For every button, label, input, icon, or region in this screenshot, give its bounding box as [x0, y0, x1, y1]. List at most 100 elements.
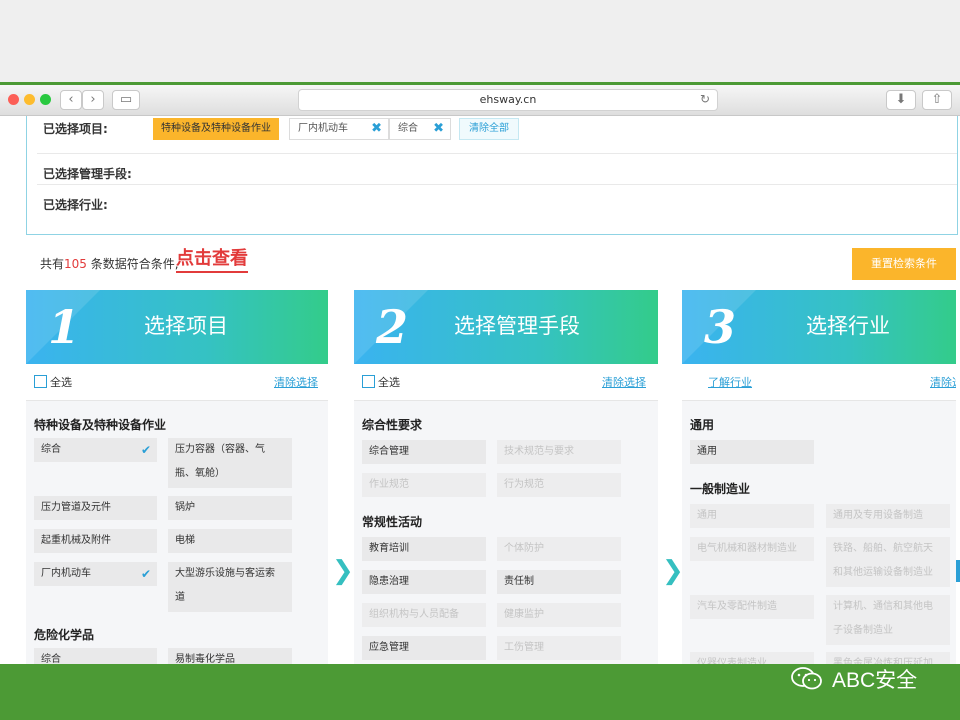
option-hazard-control[interactable]: 隐患治理	[362, 570, 486, 594]
method-column: 2 选择管理手段 全选 清除选择 综合性要求 综合管理 技术规范与要求 作业规范…	[354, 290, 658, 664]
reload-icon[interactable]: ↻	[698, 89, 712, 109]
select-all-checkbox[interactable]	[34, 375, 47, 388]
selected-tag-general[interactable]: 综合 ✖	[389, 118, 451, 140]
remove-icon[interactable]: ✖	[433, 119, 444, 139]
column-title: 选择行业	[806, 314, 890, 338]
window-zoom-button[interactable]	[40, 94, 51, 105]
option-elevator[interactable]: 电梯	[168, 529, 292, 553]
remove-icon[interactable]: ✖	[371, 119, 382, 139]
option-label: 压力容器（容器、气	[175, 444, 265, 455]
option-electrical-machinery[interactable]: 电气机械和器材制造业	[690, 537, 814, 561]
option-amusement-ropeway[interactable]: 大型游乐设施与客运索道	[168, 562, 292, 612]
option-ppe[interactable]: 个体防护	[497, 537, 621, 561]
learn-industry-link[interactable]: 了解行业	[708, 374, 752, 390]
sidebar-button[interactable]: ▭	[112, 90, 140, 110]
section-title: 常规性活动	[362, 515, 423, 529]
clear-selection-link[interactable]: 清除选择	[602, 374, 646, 390]
scroll-indicator[interactable]	[956, 560, 960, 582]
next-step-arrow: ❯	[662, 556, 684, 586]
option-organization[interactable]: 组织机构与人员配备	[362, 603, 486, 627]
column-title: 选择项目	[144, 314, 228, 338]
select-all-label[interactable]: 全选	[50, 374, 72, 390]
selected-tag-label: 综合	[398, 123, 418, 134]
option-transport-equipment[interactable]: 铁路、船舶、航空航天 和其他运输设备制造业	[826, 537, 950, 587]
option-label: 综合	[41, 444, 61, 455]
option-general[interactable]: 综合	[34, 648, 157, 664]
industry-column: 3 选择行业 了解行业 清除选 通用 通用 一般制造业 通用 通用及专用设备制造…	[682, 290, 956, 664]
option-general[interactable]: 通用	[690, 504, 814, 528]
section-title: 综合性要求	[362, 418, 423, 432]
option-crane[interactable]: 起重机械及附件	[34, 529, 157, 553]
selection-summary: 已选择项目: 特种设备及特种设备作业 厂内机动车 ✖ 综合 ✖ 清除全部 已选择…	[26, 116, 958, 235]
option-ferrous-metal[interactable]: 黑色金属冶炼和压延加	[826, 652, 950, 664]
divider	[37, 153, 957, 154]
url-text: ehsway.cn	[479, 93, 537, 106]
option-general[interactable]: 综合 ✔	[34, 438, 157, 462]
option-general[interactable]: 通用	[690, 440, 814, 464]
option-label: 道	[175, 592, 185, 603]
check-icon: ✔	[140, 443, 151, 457]
section-title: 一般制造业	[690, 482, 751, 496]
option-general-equipment[interactable]: 通用及专用设备制造	[826, 504, 950, 528]
window-minimize-button[interactable]	[24, 94, 35, 105]
method-column-header: 2 选择管理手段	[354, 290, 658, 364]
option-general-management[interactable]: 综合管理	[362, 440, 486, 464]
column-title: 选择管理手段	[454, 314, 580, 338]
option-forklift[interactable]: 厂内机动车 ✔	[34, 562, 157, 586]
address-bar[interactable]: ehsway.cn	[298, 89, 718, 111]
section-title: 通用	[690, 418, 715, 432]
option-training[interactable]: 教育培训	[362, 537, 486, 561]
option-label: 瓶、氧舱）	[175, 468, 225, 479]
clear-all-button[interactable]: 清除全部	[459, 118, 519, 140]
section-title: 危险化学品	[34, 628, 95, 642]
download-button[interactable]: ⬇	[886, 90, 916, 110]
option-work-injury[interactable]: 工伤管理	[497, 636, 621, 660]
selected-industry-label: 已选择行业:	[43, 198, 108, 212]
option-pressure-vessel[interactable]: 压力容器（容器、气 瓶、氧舱）	[168, 438, 292, 488]
view-results-link[interactable]: 点击查看	[176, 247, 248, 273]
option-technical-specs[interactable]: 技术规范与要求	[497, 440, 621, 464]
option-health-monitoring[interactable]: 健康监护	[497, 603, 621, 627]
back-button[interactable]: ‹	[60, 90, 82, 110]
clear-selection-link[interactable]: 清除选	[930, 374, 956, 390]
share-icon: ⇧	[931, 92, 943, 107]
option-pressure-pipe[interactable]: 压力管道及元件	[34, 496, 157, 520]
forward-icon: ›	[90, 92, 96, 107]
selected-tag-forklift[interactable]: 厂内机动车 ✖	[289, 118, 389, 140]
option-label: 铁路、船舶、航空航天	[833, 543, 933, 554]
option-behavior-specs[interactable]: 行为规范	[497, 473, 621, 497]
option-precursor-chemicals[interactable]: 易制毒化学品	[168, 648, 292, 664]
reset-search-button[interactable]: 重置检索条件	[852, 248, 956, 280]
option-responsibility[interactable]: 责任制	[497, 570, 621, 594]
step-number: 1	[48, 300, 81, 354]
selected-method-label: 已选择管理手段:	[43, 167, 132, 181]
column-toolbar: 全选 清除选择	[354, 364, 658, 401]
option-electronics[interactable]: 计算机、通信和其他电 子设备制造业	[826, 595, 950, 645]
option-work-specs[interactable]: 作业规范	[362, 473, 486, 497]
step-number: 2	[376, 300, 409, 354]
industry-column-header: 3 选择行业	[682, 290, 956, 364]
share-button[interactable]: ⇧	[922, 90, 952, 110]
option-emergency[interactable]: 应急管理	[362, 636, 486, 660]
selected-tag-label: 厂内机动车	[298, 123, 348, 134]
divider	[37, 184, 957, 185]
selected-tag-special-equipment[interactable]: 特种设备及特种设备作业	[153, 118, 279, 140]
option-label: 厂内机动车	[41, 568, 91, 579]
option-auto-parts[interactable]: 汽车及零配件制造	[690, 595, 814, 619]
result-number: 105	[64, 257, 87, 271]
top-background	[0, 0, 960, 82]
check-icon: ✔	[140, 567, 151, 581]
option-label: 大型游乐设施与客运索	[175, 568, 275, 579]
back-icon: ‹	[68, 92, 74, 107]
select-all-checkbox[interactable]	[362, 375, 375, 388]
option-instruments[interactable]: 仪器仪表制造业	[690, 652, 814, 664]
option-label: 计算机、通信和其他电	[833, 601, 933, 612]
window-close-button[interactable]	[8, 94, 19, 105]
select-all-label[interactable]: 全选	[378, 374, 400, 390]
clear-selection-link[interactable]: 清除选择	[274, 374, 318, 390]
selected-project-label: 已选择项目:	[43, 122, 108, 136]
forward-button[interactable]: ›	[82, 90, 104, 110]
option-boiler[interactable]: 锅炉	[168, 496, 292, 520]
option-label: 和其他运输设备制造业	[833, 567, 933, 578]
result-count: 共有105 条数据符合条件,	[40, 255, 179, 272]
